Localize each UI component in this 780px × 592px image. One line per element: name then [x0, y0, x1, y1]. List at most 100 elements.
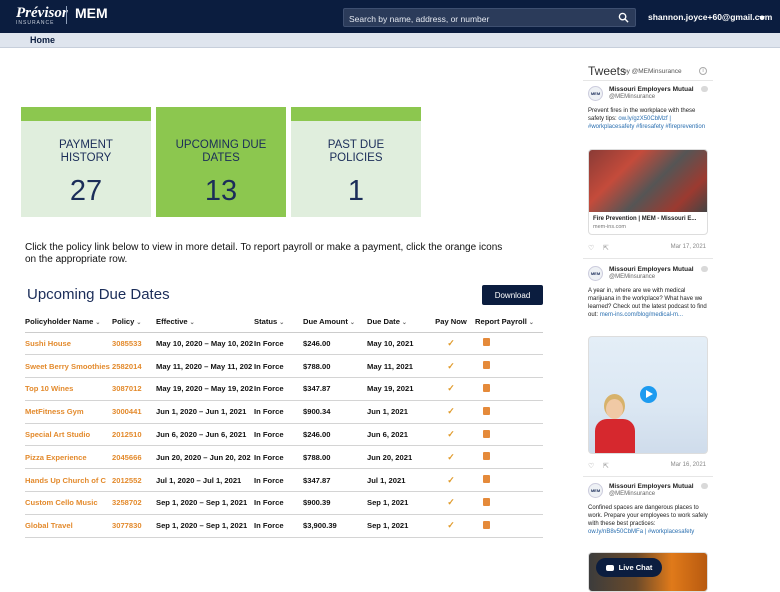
tweet-link-card[interactable]: Fire Prevention | MEM - Missouri E... me… — [588, 149, 708, 235]
tweet-date[interactable]: Mar 17, 2021 — [671, 244, 706, 250]
col-policyholder[interactable]: Policyholder Name ⌄ — [25, 311, 112, 333]
tweet-author[interactable]: Missouri Employers Mutual — [609, 266, 694, 273]
policyholder-link[interactable]: Special Art Studio — [25, 423, 112, 447]
policy-link[interactable]: 3258702 — [112, 491, 156, 515]
pay-now-icon[interactable]: ✓ — [447, 452, 455, 462]
nav-home-link[interactable]: Home — [30, 35, 55, 45]
pay-now-icon[interactable]: ✓ — [447, 429, 455, 439]
share-icon[interactable]: ⇱ — [603, 462, 609, 470]
table-row: Pizza Experience 2045666 Jun 20, 2020 – Ju… — [25, 445, 543, 470]
avatar[interactable]: MEM — [588, 86, 603, 101]
info-icon[interactable]: i — [699, 67, 707, 75]
search-input[interactable] — [344, 10, 614, 28]
policyholder-link[interactable]: Hands Up Church of C — [25, 468, 112, 493]
tweet-author[interactable]: Missouri Employers Mutual — [609, 86, 694, 93]
top-bar: Prévisor INSURANCE MEM shannon.joyce+60@… — [0, 0, 780, 33]
tweet-handle[interactable]: @MEMinsurance — [609, 94, 655, 100]
download-button[interactable]: Download — [482, 285, 543, 305]
report-payroll-icon[interactable] — [483, 497, 490, 506]
pay-now-icon[interactable]: ✓ — [447, 520, 455, 530]
sort-icon: ⌄ — [95, 319, 101, 326]
mem-logo[interactable]: MEM — [75, 5, 108, 21]
past-due-policies-card[interactable]: PAST DUE POLICIES 1 — [291, 107, 421, 217]
report-payroll-icon[interactable] — [483, 429, 490, 438]
due-amount-cell: $347.87 — [303, 468, 367, 493]
policy-link[interactable]: 2012510 — [112, 423, 156, 447]
card-band — [291, 107, 421, 121]
card-band — [156, 107, 286, 121]
col-policy[interactable]: Policy ⌄ — [112, 311, 156, 333]
status-cell: In Force — [254, 445, 303, 470]
report-payroll-cell — [475, 332, 543, 356]
pay-now-icon[interactable]: ✓ — [447, 406, 455, 416]
status-cell: In Force — [254, 377, 303, 401]
report-payroll-icon[interactable] — [483, 361, 490, 370]
search-icon[interactable] — [618, 12, 629, 23]
pay-now-icon[interactable]: ✓ — [447, 361, 455, 371]
pay-now-icon[interactable]: ✓ — [447, 338, 455, 348]
policyholder-link[interactable]: Sushi House — [25, 332, 112, 356]
chat-icon — [605, 565, 614, 572]
live-chat-button[interactable]: Live Chat — [596, 558, 662, 577]
avatar[interactable]: MEM — [588, 266, 603, 281]
tweets-by[interactable]: by @MEMinsurance — [623, 68, 682, 75]
policyholder-link[interactable]: Custom Cello Music — [25, 491, 112, 515]
divider — [583, 258, 713, 259]
col-due-amount[interactable]: Due Amount ⌄ — [303, 311, 367, 333]
policy-link[interactable]: 3000441 — [112, 400, 156, 424]
tweet-handle[interactable]: @MEMinsurance — [609, 274, 655, 280]
tweet-handle[interactable]: @MEMinsurance — [609, 491, 655, 497]
policyholder-link[interactable]: Sweet Berry Smoothies — [25, 354, 112, 379]
effective-cell: May 10, 2020 – May 10, 202 — [156, 332, 254, 356]
effective-cell: May 11, 2020 – May 11, 202 — [156, 354, 254, 379]
share-icon[interactable]: ⇱ — [603, 244, 609, 252]
policy-link[interactable]: 3077830 — [112, 514, 156, 538]
report-payroll-icon[interactable] — [483, 406, 490, 415]
tweet-author[interactable]: Missouri Employers Mutual — [609, 483, 694, 490]
policy-link[interactable]: 2012552 — [112, 468, 156, 493]
table-row: Hands Up Church of C 2012552 Jul 1, 2020 –… — [25, 468, 543, 493]
avatar[interactable]: MEM — [588, 483, 603, 498]
payment-history-card[interactable]: PAYMENT HISTORY 27 — [21, 107, 151, 217]
divider — [583, 476, 713, 477]
col-status[interactable]: Status ⌄ — [254, 311, 303, 333]
chevron-down-icon[interactable] — [759, 16, 765, 20]
table-row: Sweet Berry Smoothies 2582014 May 11, 2020… — [25, 354, 543, 379]
status-cell: In Force — [254, 354, 303, 379]
report-payroll-icon[interactable] — [483, 452, 490, 461]
report-payroll-icon[interactable] — [483, 475, 490, 484]
search-box[interactable] — [343, 8, 636, 28]
report-payroll-icon[interactable] — [483, 383, 490, 392]
user-menu[interactable]: shannon.joyce+60@gmail.com — [648, 12, 772, 22]
report-payroll-cell — [475, 354, 543, 379]
policy-link[interactable]: 3087012 — [112, 377, 156, 401]
report-payroll-icon[interactable] — [483, 520, 490, 529]
heart-icon[interactable]: ♡ — [588, 244, 594, 252]
policy-link[interactable]: 3085533 — [112, 332, 156, 356]
pay-now-icon[interactable]: ✓ — [447, 497, 455, 507]
due-date-cell: Sep 1, 2021 — [367, 514, 427, 538]
heart-icon[interactable]: ♡ — [588, 462, 594, 470]
upcoming-due-dates-card[interactable]: UPCOMING DUE DATES 13 — [156, 107, 286, 217]
report-payroll-icon[interactable] — [483, 338, 490, 347]
tweet-video[interactable] — [588, 336, 708, 454]
pay-now-icon[interactable]: ✓ — [447, 383, 455, 393]
col-report-payroll[interactable]: Report Payroll ⌄ — [475, 311, 543, 333]
card-value: 27 — [69, 175, 103, 207]
effective-cell: Jun 1, 2020 – Jun 1, 2021 — [156, 400, 254, 424]
policyholder-link[interactable]: Pizza Experience — [25, 445, 112, 470]
intro-text: Click the policy link below to view in m… — [25, 242, 503, 265]
section-title: Upcoming Due Dates — [27, 286, 170, 303]
policy-link[interactable]: 2582014 — [112, 354, 156, 379]
tweet-date[interactable]: Mar 16, 2021 — [671, 462, 706, 468]
policyholder-link[interactable]: MetFitness Gym — [25, 400, 112, 424]
play-icon[interactable] — [640, 386, 657, 403]
policyholder-link[interactable]: Top 10 Wines — [25, 377, 112, 401]
policyholder-link[interactable]: Global Travel — [25, 514, 112, 538]
due-date-cell: Jun 1, 2021 — [367, 400, 427, 424]
pay-now-icon[interactable]: ✓ — [447, 475, 455, 485]
policy-link[interactable]: 2045666 — [112, 445, 156, 470]
col-effective[interactable]: Effective ⌄ — [156, 311, 254, 333]
due-amount-cell: $788.00 — [303, 354, 367, 379]
col-due-date[interactable]: Due Date ⌄ — [367, 311, 427, 333]
